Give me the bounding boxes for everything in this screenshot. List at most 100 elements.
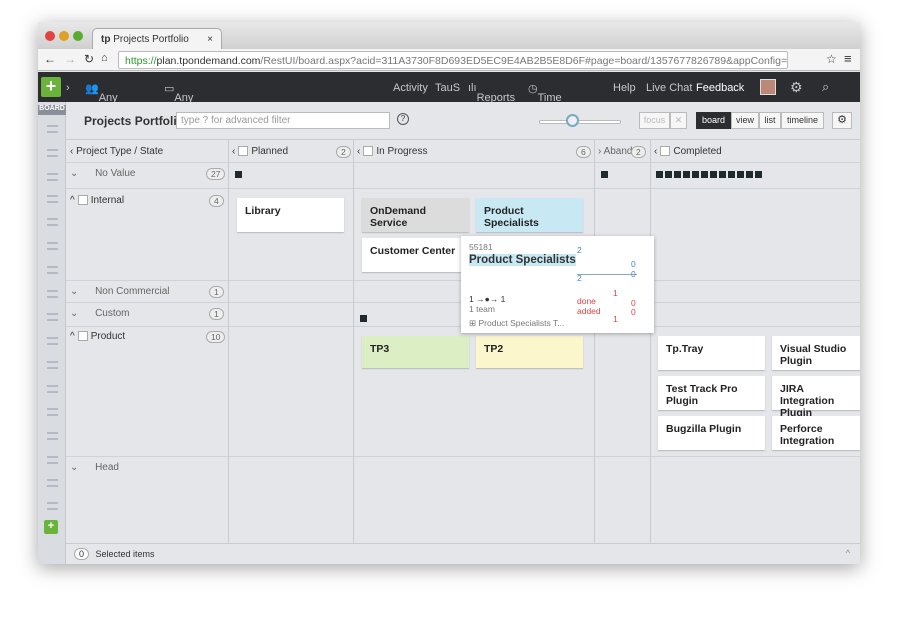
nav-timesheet[interactable]: ◷ Time Sheet (528, 82, 566, 116)
view-icon[interactable] (47, 242, 58, 250)
column-header-in-progress[interactable]: ‹ In Progress (357, 146, 427, 157)
zoom-slider[interactable] (539, 120, 621, 124)
close-window-icon[interactable] (45, 31, 55, 41)
card-visual-studio-plugin[interactable]: Visual Studio Plugin (772, 336, 860, 370)
view-timeline-button[interactable]: timeline (781, 112, 824, 129)
popup-title[interactable]: Product Specialists (469, 254, 576, 266)
row-head[interactable]: ⌄ Head (70, 462, 119, 473)
checkbox[interactable] (238, 146, 249, 157)
card-customer-center[interactable]: Customer Center (362, 238, 469, 272)
add-button[interactable]: + (41, 77, 61, 97)
view-board-button[interactable]: board (696, 112, 731, 129)
tab-close-icon[interactable]: × (207, 34, 213, 45)
column-header-type[interactable]: ‹ Project Type / State (70, 146, 163, 157)
card-jira-plugin[interactable]: JIRA Integration Plugin (772, 376, 860, 419)
row-custom[interactable]: ⌄ Custom (70, 308, 130, 319)
card-ondemand-service[interactable]: OnDemand Service (362, 198, 469, 232)
url-input[interactable]: https://plan.tpondemand.com/RestUI/board… (118, 51, 788, 69)
collapsed-cards[interactable] (656, 169, 764, 181)
row-non-commercial[interactable]: ⌄ Non Commercial (70, 286, 170, 297)
row-no-value[interactable]: ⌄ No Value (70, 168, 135, 179)
back-icon[interactable]: ← (44, 52, 56, 66)
view-icon[interactable] (47, 502, 58, 510)
view-icon[interactable] (47, 195, 58, 203)
avatar[interactable] (760, 79, 776, 95)
tab-title: Projects Portfolio (113, 34, 189, 45)
nav-live-chat[interactable]: Live Chat (646, 82, 692, 94)
clear-focus-button[interactable]: ✕ (670, 112, 687, 129)
reload-icon[interactable]: ↻ (84, 52, 94, 66)
column-count: 6 (576, 146, 591, 158)
team-selector[interactable]: 👥 Any Team (85, 82, 126, 116)
home-icon[interactable]: ⌂ (101, 52, 108, 64)
view-icon[interactable] (47, 456, 58, 464)
menu-icon[interactable]: ≡ (844, 51, 852, 66)
row-product[interactable]: ^ Product (70, 331, 125, 342)
card-test-track-pro[interactable]: Test Track Pro Plugin (658, 376, 765, 410)
settings-button[interactable]: ⚙ (832, 112, 852, 129)
card-perforce-integration[interactable]: Perforce Integration (772, 416, 860, 450)
expand-footer-icon[interactable]: ^ (846, 548, 850, 558)
star-icon[interactable]: ☆ (826, 52, 837, 66)
zoom-slider-handle[interactable] (566, 114, 579, 127)
checkbox[interactable] (77, 331, 88, 342)
card-popup: 55181 Product Specialists 2 2 0 0 1 →●→ … (461, 236, 654, 333)
view-icon[interactable] (47, 408, 58, 416)
view-icon[interactable] (47, 125, 58, 133)
nav-activity[interactable]: Activity (393, 82, 428, 94)
filter-input[interactable]: type ? for advanced filter (176, 112, 390, 129)
board-label: BOARD (38, 105, 66, 115)
view-icon[interactable] (47, 218, 58, 226)
card-library[interactable]: Library (237, 198, 344, 232)
board-grid: ‹ Project Type / State ‹ Planned 2 ‹ In Pr… (66, 140, 860, 543)
view-view-button[interactable]: view (731, 112, 759, 129)
column-header-planned[interactable]: ‹ Planned (232, 146, 288, 157)
page-title: Projects Portfolio (84, 114, 185, 128)
card-tp3[interactable]: TP3 (362, 336, 469, 368)
column-header-abandoned[interactable]: › Aband (598, 146, 632, 157)
done-label: done (577, 296, 596, 306)
expand-icon[interactable]: › (66, 82, 70, 94)
view-icon[interactable] (47, 313, 58, 321)
view-icon[interactable] (47, 432, 58, 440)
browser-tab[interactable]: tp Projects Portfolio × (92, 28, 222, 50)
view-icon[interactable] (47, 173, 58, 181)
checkbox[interactable] (363, 146, 374, 157)
view-icon[interactable] (47, 290, 58, 298)
nav-reports[interactable]: ılı Reports (468, 82, 515, 104)
card-product-specialists[interactable]: Product Specialists (476, 198, 583, 232)
collapsed-card[interactable] (360, 313, 369, 325)
view-list-button[interactable]: list (759, 112, 781, 129)
view-icon[interactable] (47, 385, 58, 393)
row-count: 1 (209, 286, 224, 298)
url-host: plan.tpondemand.com (156, 55, 261, 67)
gear-icon[interactable]: ⚙ (790, 79, 803, 96)
minimize-window-icon[interactable] (59, 31, 69, 41)
collapsed-card[interactable] (601, 169, 610, 181)
view-icon[interactable] (47, 337, 58, 345)
forward-icon[interactable]: → (64, 52, 76, 66)
checkbox[interactable] (77, 195, 88, 206)
popup-link[interactable]: ⊞ Product Specialists T... (469, 318, 564, 329)
view-icon[interactable] (47, 149, 58, 157)
search-icon[interactable]: ⌕ (822, 79, 829, 95)
help-icon[interactable]: ? (397, 113, 409, 125)
card-tp2[interactable]: TP2 (476, 336, 583, 368)
nav-feedback[interactable]: Feedback (696, 82, 744, 94)
collapsed-card[interactable] (235, 169, 244, 181)
view-icon[interactable] (47, 479, 58, 487)
nav-taus[interactable]: TauS (435, 82, 460, 94)
column-header-completed[interactable]: ‹ Completed (654, 146, 722, 157)
view-icon[interactable] (47, 361, 58, 369)
maximize-window-icon[interactable] (73, 31, 83, 41)
nav-help[interactable]: Help (613, 82, 636, 94)
add-view-button[interactable]: + (44, 520, 58, 534)
project-selector[interactable]: ▭ Any Project (164, 82, 209, 116)
checkbox[interactable] (660, 146, 671, 157)
row-internal[interactable]: ^ Internal (70, 195, 124, 206)
card-bugzilla-plugin[interactable]: Bugzilla Plugin (658, 416, 765, 450)
popup-flow: 1 →●→ 1 (469, 294, 506, 304)
view-icon[interactable] (47, 266, 58, 274)
card-tp-tray[interactable]: Tp.Tray (658, 336, 765, 370)
focus-button[interactable]: focus (639, 112, 670, 129)
